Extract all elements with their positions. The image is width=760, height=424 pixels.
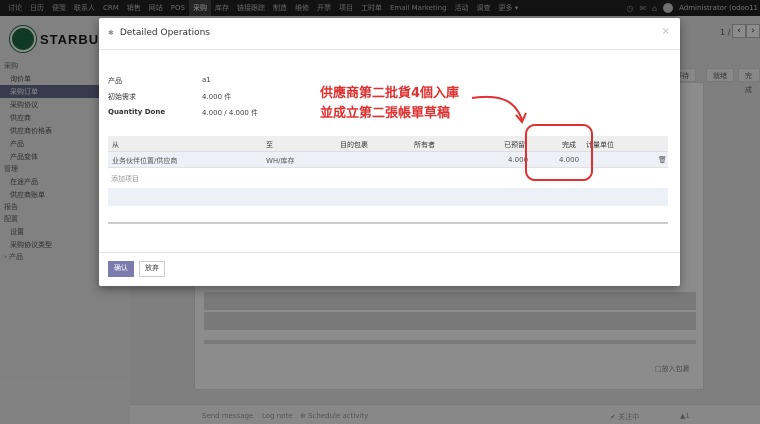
col-reserved[interactable]: 已预留 <box>504 140 525 150</box>
dialog-footer: 确认 放弃 <box>99 252 680 286</box>
bug-icon: ✱ <box>108 29 114 37</box>
field-value: 4.000 / 4.000 件 <box>202 109 259 117</box>
trash-icon[interactable]: 🗑 <box>658 156 667 164</box>
annotation-line-1: 供應商第二批貨4個入庫 <box>320 86 460 101</box>
col-from[interactable]: 从 <box>112 140 119 150</box>
cell-to[interactable]: WH/库存 <box>266 156 295 166</box>
field-value: 4.000 件 <box>202 93 232 101</box>
col-dest-package[interactable]: 目的包裹 <box>340 140 368 150</box>
col-to[interactable]: 至 <box>266 140 273 150</box>
dialog-title: ✱ Detailed Operations <box>108 28 210 38</box>
add-line-link[interactable]: 添加项目 <box>111 174 139 184</box>
discard-button[interactable]: 放弃 <box>139 261 165 277</box>
cell-from[interactable]: 业务伙伴位置/供应商 <box>112 156 177 166</box>
annotation-line-2: 並成立第二張帳單草稿 <box>320 106 451 121</box>
confirm-button[interactable]: 确认 <box>108 261 134 277</box>
annotation-circle <box>525 124 593 181</box>
table-empty-row <box>108 188 668 206</box>
dialog-title-text: Detailed Operations <box>119 28 210 38</box>
field-label: Quantity Done <box>108 108 166 116</box>
field-value: a1 <box>202 76 211 84</box>
table-footer-divider <box>108 222 668 224</box>
field-label: 初始需求 <box>108 93 136 101</box>
annotation-text: 供應商第二批貨4個入庫 並成立第二張帳單草稿 <box>320 84 459 124</box>
field-label: 产品 <box>108 77 122 85</box>
close-icon[interactable]: × <box>662 26 670 37</box>
dialog-header: ✱ Detailed Operations × <box>99 18 680 50</box>
col-owner[interactable]: 所有者 <box>414 140 435 150</box>
